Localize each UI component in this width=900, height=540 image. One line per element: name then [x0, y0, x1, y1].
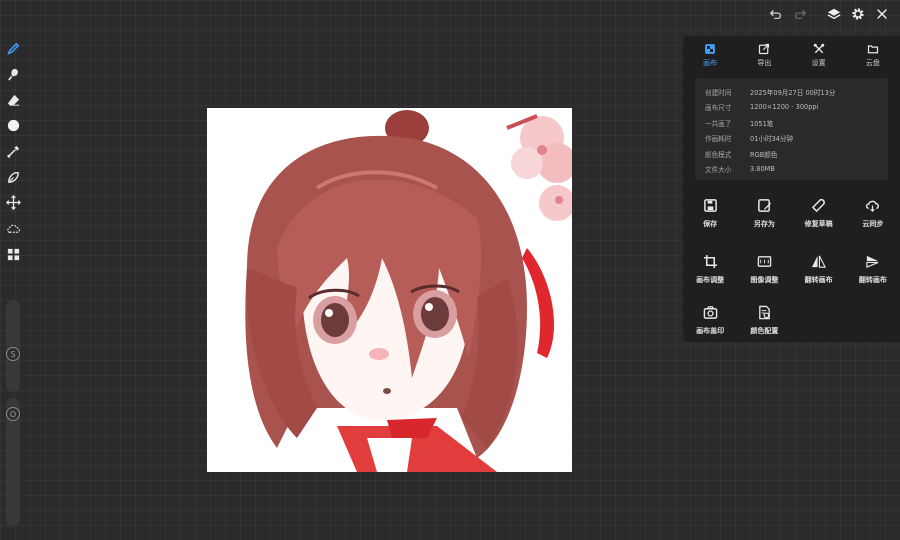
save-as-icon: [758, 198, 771, 212]
smudge-tool[interactable]: [0, 62, 26, 88]
canvas-adjust-button[interactable]: 画布调整: [683, 244, 737, 294]
undo-icon: [769, 10, 782, 20]
layers-icon: [827, 8, 841, 20]
tab-export[interactable]: 导出: [737, 36, 791, 74]
gear-icon: [852, 8, 864, 20]
redo-icon: [794, 10, 807, 20]
info-row-duration: 作画耗时 01小时34分钟: [705, 135, 794, 144]
flip-horizontal-icon: [812, 255, 827, 268]
close-button[interactable]: [870, 0, 894, 28]
left-toolbar: [0, 36, 26, 267]
image-adjust-icon: [757, 255, 772, 267]
file-actions-row: 保存 另存为 修复草稿 云同步: [683, 188, 900, 238]
canvas-stamp-button[interactable]: 画布盖印: [683, 295, 737, 345]
camera-icon: [703, 305, 717, 319]
move-icon: [5, 195, 21, 211]
brush-size-slider[interactable]: S: [6, 300, 20, 392]
image-adjust-button[interactable]: 图像调整: [737, 244, 791, 294]
info-row-color-mode: 颜色模式 RGB颜色: [705, 150, 778, 159]
eyedropper-tool[interactable]: [0, 139, 26, 165]
move-tool[interactable]: [0, 190, 26, 216]
panel-tabs: 画布 导出 设置 云盘: [683, 36, 900, 74]
color-config-button[interactable]: 颜色配置: [737, 295, 791, 345]
settings-button[interactable]: [846, 0, 870, 28]
gallery-tool[interactable]: [0, 242, 26, 268]
close-icon: [877, 9, 887, 19]
redo-button[interactable]: [788, 0, 812, 28]
artwork-illustration: [245, 110, 572, 472]
cloud-sync-button[interactable]: 云同步: [846, 188, 900, 238]
canvas-adjust-row: 画布调整 图像调整 翻转画布 翻转画布: [683, 244, 900, 294]
info-row-strokes: 一共画了 1051笔: [705, 119, 774, 128]
color-tool[interactable]: [0, 113, 26, 139]
grid-icon: [7, 248, 19, 260]
cloud-sync-icon: [866, 200, 880, 212]
canvas-info-panel: 画布 导出 设置 云盘 创建时间 2025年09月27日 00时13分 画布尺寸 1…: [683, 36, 900, 342]
top-toolbar: [764, 0, 900, 28]
eyedropper-icon: [6, 145, 19, 158]
save-as-button[interactable]: 另存为: [737, 188, 791, 238]
canvas-icon: [705, 43, 715, 54]
eraser-icon: [7, 94, 19, 106]
drawing-canvas[interactable]: [207, 108, 572, 472]
selection-tool[interactable]: [0, 216, 26, 242]
tools-icon: [813, 43, 824, 53]
lasso-tool[interactable]: [0, 164, 26, 190]
opacity-knob[interactable]: O: [6, 407, 20, 421]
cloud-folder-icon: [867, 44, 878, 53]
flip-vertical-icon: [866, 255, 879, 268]
wrench-icon: [811, 198, 826, 212]
pen-icon: [6, 43, 19, 55]
canvas-info-box: 创建时间 2025年09月27日 00时13分 画布尺寸 1200×1200 - 3…: [695, 78, 888, 180]
tab-cloud-drive[interactable]: 云盘: [846, 36, 900, 74]
repair-draft-button[interactable]: 修复草稿: [792, 188, 846, 238]
tab-settings[interactable]: 设置: [792, 36, 846, 74]
opacity-slider[interactable]: O: [6, 398, 20, 526]
info-row-size: 画布尺寸 1200×1200 - 300ppi: [705, 103, 819, 113]
save-button[interactable]: 保存: [683, 188, 737, 238]
flip-horizontal-button[interactable]: 翻转画布: [792, 244, 846, 294]
eraser-tool[interactable]: [0, 87, 26, 113]
brush-size-knob[interactable]: S: [6, 347, 20, 361]
flip-vertical-button[interactable]: 翻转画布: [846, 244, 900, 294]
cloud-selection-icon: [6, 224, 20, 234]
info-row-created: 创建时间 2025年09月27日 00时13分: [705, 88, 836, 97]
undo-button[interactable]: [764, 0, 788, 28]
smudge-icon: [7, 68, 18, 81]
canvas-misc-row: 画布盖印 颜色配置: [683, 295, 900, 345]
save-icon: [703, 198, 717, 212]
color-config-icon: [759, 305, 770, 319]
tab-canvas[interactable]: 画布: [683, 36, 737, 74]
layers-button[interactable]: [822, 0, 846, 28]
color-dot-icon: [7, 120, 19, 132]
lasso-icon: [7, 171, 19, 183]
crop-icon: [703, 254, 717, 268]
export-icon: [759, 43, 770, 54]
info-row-file-size: 文件大小 3.80MB: [705, 165, 775, 175]
brush-tool[interactable]: [0, 36, 26, 62]
